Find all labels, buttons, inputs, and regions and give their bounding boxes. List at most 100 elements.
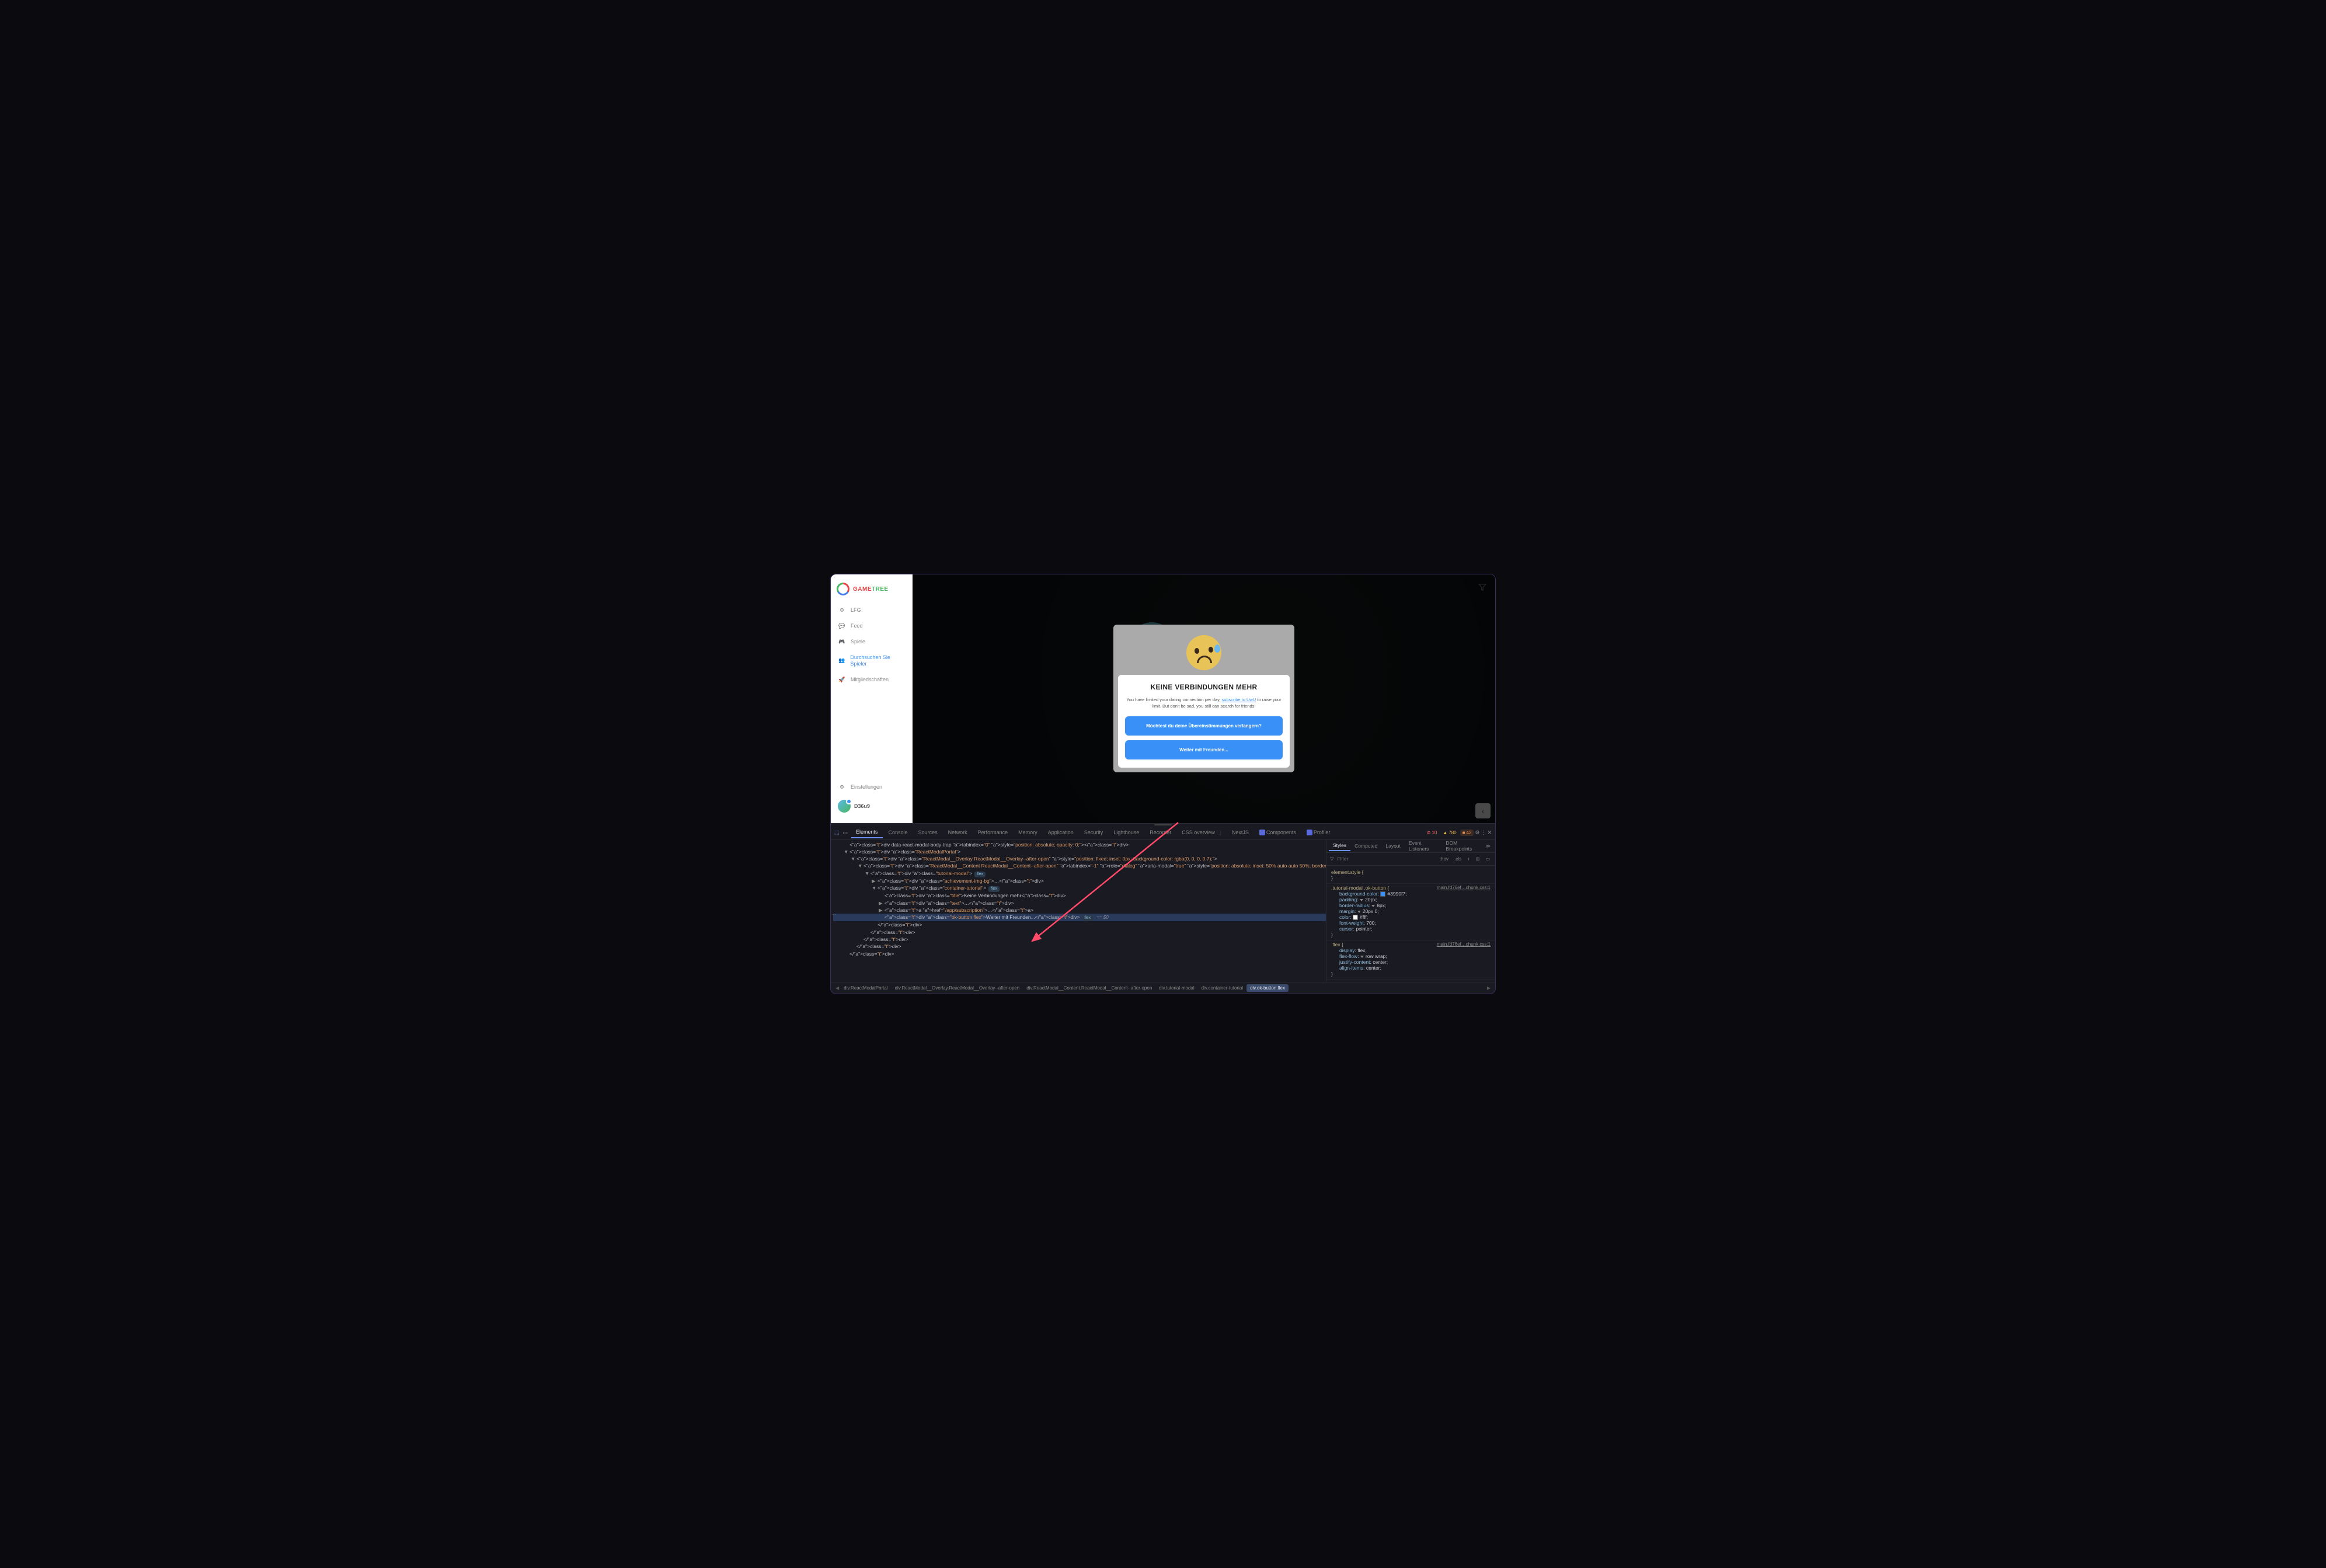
breadcrumb-item[interactable]: div.ok-button.flex	[1246, 984, 1289, 992]
nav-prev-button[interactable]: ‹	[1475, 803, 1491, 818]
badge-blue	[1175, 625, 1185, 630]
hero-background	[913, 574, 1495, 823]
tab-elements[interactable]: Elements	[851, 827, 883, 838]
dom-node-line[interactable]: <"a">class="t">div "a">class="ok-button …	[833, 914, 1326, 921]
tab-nextjs[interactable]: NextJS	[1227, 827, 1253, 838]
new-rule-icon[interactable]: +	[1465, 856, 1472, 862]
elements-panel[interactable]: <"a">class="t">div data-react-modal-body…	[831, 840, 1326, 982]
css-rule[interactable]: main.fd76ef…chunk.css:1.flex {display: f…	[1326, 940, 1495, 980]
dom-node-line[interactable]: ▼<"a">class="t">div "a">class="ReactModa…	[833, 855, 1326, 862]
breadcrumb-next-icon[interactable]: ▶	[1486, 985, 1492, 991]
notification-dot	[846, 799, 852, 804]
logo[interactable]: GAMETREE	[831, 580, 913, 602]
error-count[interactable]: ⊘ 10	[1425, 830, 1440, 836]
filter-button[interactable]	[1475, 580, 1489, 594]
funnel-icon	[1478, 583, 1486, 591]
dom-node-line[interactable]: ▶<"a">class="t">div "a">class="text">…</…	[833, 900, 1326, 907]
hov-toggle[interactable]: :hov	[1438, 856, 1450, 862]
sidebar-item-label: Durchsuchen Sie Spieler	[850, 654, 906, 667]
breadcrumb-item[interactable]: div.container-tutorial	[1198, 984, 1246, 992]
hex-badge	[1215, 634, 1232, 654]
dom-node-line[interactable]: </"a">class="t">div>	[833, 943, 1326, 950]
sidebar-item-label: LFG	[851, 607, 861, 614]
browser-window: GAMETREE ⚙ LFG 💬 Feed 🎮 Spiele 👥 Durchsu…	[830, 574, 1496, 994]
devtools-body: <"a">class="t">div data-react-modal-body…	[831, 840, 1495, 982]
stab-dom-breakpoints[interactable]: DOM Breakpoints	[1441, 840, 1483, 854]
dom-node-line[interactable]: </"a">class="t">div>	[833, 936, 1326, 943]
stab-event-listeners[interactable]: Event Listeners	[1405, 840, 1442, 854]
tab-network[interactable]: Network	[943, 827, 972, 838]
dom-node-line[interactable]: <"a">class="t">div "a">class="title">Kei…	[833, 892, 1326, 899]
badge-lfg: LFG/UwU	[1199, 625, 1225, 630]
dom-node-line[interactable]: ▼<"a">class="t">div "a">class="ReactModa…	[833, 848, 1326, 855]
styles-filter-input[interactable]	[1338, 856, 1434, 862]
rule-source-link[interactable]: main.fd76ef…chunk.css:1	[1437, 885, 1491, 890]
device-icon[interactable]: ▭	[843, 830, 848, 836]
styles-rules[interactable]: element.style {}main.fd76ef…chunk.css:1.…	[1326, 866, 1495, 982]
breadcrumb-item[interactable]: div.tutorial-modal	[1155, 984, 1197, 992]
tab-components[interactable]: Components	[1255, 827, 1301, 838]
settings-icon[interactable]: ⚙	[1475, 830, 1479, 836]
computed-toggle-icon[interactable]: ⊞	[1474, 856, 1482, 862]
tab-lighthouse[interactable]: Lighthouse	[1109, 827, 1144, 838]
people-icon: 👥	[838, 657, 845, 664]
dom-node-line[interactable]: <"a">class="t">div data-react-modal-body…	[833, 841, 1326, 848]
tab-memory[interactable]: Memory	[1014, 827, 1042, 838]
breadcrumb-item[interactable]: div.ReactModal__Content.ReactModal__Cont…	[1023, 984, 1155, 992]
tab-css-overview[interactable]: CSS overview ⬚	[1177, 827, 1226, 838]
tab-performance[interactable]: Performance	[973, 827, 1013, 838]
dom-node-line[interactable]: ▼<"a">class="t">div "a">class="tutorial-…	[833, 870, 1326, 877]
sidebar-item-browse-players[interactable]: 👥 Durchsuchen Sie Spieler	[831, 650, 913, 672]
logo-icon	[837, 583, 849, 595]
dom-node-line[interactable]: ▶<"a">class="t">a "a">href="/app/subscri…	[833, 907, 1326, 914]
sidebar-item-settings[interactable]: ⚙ Einstellungen	[831, 779, 913, 795]
sidebar-item-feed[interactable]: 💬 Feed	[831, 618, 913, 634]
dom-node-line[interactable]: ▼<"a">class="t">div "a">class="container…	[833, 884, 1326, 892]
dom-node-line[interactable]: </"a">class="t">div>	[833, 921, 1326, 928]
warning-count[interactable]: ▲ 780	[1440, 830, 1458, 836]
sidebar-item-label: Mitgliedschaften	[851, 677, 889, 683]
rendering-icon[interactable]: ▭	[1484, 856, 1492, 862]
rule-source-link[interactable]: main.fd76ef…chunk.css:1	[1437, 942, 1491, 947]
dom-node-line[interactable]: </"a">class="t">div>	[833, 950, 1326, 957]
stab-computed[interactable]: Computed	[1350, 841, 1381, 851]
devtools: ⬚ ▭ Elements Console Sources Network Per…	[831, 823, 1495, 994]
breadcrumb-item[interactable]: div.ReactModal__Overlay.ReactModal__Over…	[892, 984, 1023, 992]
user-profile[interactable]: D36u9	[831, 795, 913, 817]
inspect-icon[interactable]: ⬚	[834, 830, 840, 836]
stab-layout[interactable]: Layout	[1381, 841, 1405, 851]
stab-styles[interactable]: Styles	[1329, 841, 1350, 851]
close-icon[interactable]: ✕	[1487, 830, 1492, 836]
dom-node-line[interactable]: </"a">class="t">div>	[833, 929, 1326, 936]
tab-security[interactable]: Security	[1080, 827, 1108, 838]
filter-icon: ▽	[1330, 856, 1334, 862]
styles-tabs: Styles Computed Layout Event Listeners D…	[1326, 840, 1495, 853]
hex-badges	[1175, 634, 1232, 654]
sidebar-item-label: Feed	[851, 623, 863, 629]
sidebar-item-spiele[interactable]: 🎮 Spiele	[831, 634, 913, 650]
app-viewport: GAMETREE ⚙ LFG 💬 Feed 🎮 Spiele 👥 Durchsu…	[831, 574, 1495, 823]
elements-breadcrumb: ◀ div.ReactModalPortal div.ReactModal__O…	[831, 982, 1495, 994]
chat-icon: 💬	[838, 623, 846, 629]
tab-recorder[interactable]: Recorder	[1145, 827, 1176, 838]
more-tabs-icon[interactable]: ≫	[1483, 843, 1493, 849]
main-content: LFG/UwU 🙂 ‹	[913, 574, 1495, 823]
tab-console[interactable]: Console	[884, 827, 913, 838]
breadcrumb-item[interactable]: div.ReactModalPortal	[840, 984, 891, 992]
sidebar-item-lfg[interactable]: ⚙ LFG	[831, 602, 913, 618]
devtools-tabs: ⬚ ▭ Elements Console Sources Network Per…	[831, 826, 1495, 840]
more-icon[interactable]: ⋮	[1481, 830, 1486, 836]
styles-filter-row: ▽ :hov .cls + ⊞ ▭	[1326, 853, 1495, 866]
dom-node-line[interactable]: ▶<"a">class="t">div "a">class="achieveme…	[833, 877, 1326, 884]
gear-icon: ⚙	[838, 784, 846, 790]
css-rule[interactable]: main.fd76ef…chunk.css:1.tutorial-modal .…	[1326, 884, 1495, 941]
dom-node-line[interactable]: ▼<"a">class="t">div "a">class="ReactModa…	[833, 862, 1326, 869]
tab-sources[interactable]: Sources	[914, 827, 942, 838]
css-rule[interactable]: element.style {}	[1326, 868, 1495, 884]
breadcrumb-prev-icon[interactable]: ◀	[834, 985, 840, 991]
tab-profiler[interactable]: Profiler	[1302, 827, 1335, 838]
tab-application[interactable]: Application	[1043, 827, 1078, 838]
sidebar-item-memberships[interactable]: 🚀 Mitgliedschaften	[831, 672, 913, 688]
info-count[interactable]: ■ 42	[1460, 830, 1474, 836]
cls-toggle[interactable]: .cls	[1453, 856, 1463, 862]
